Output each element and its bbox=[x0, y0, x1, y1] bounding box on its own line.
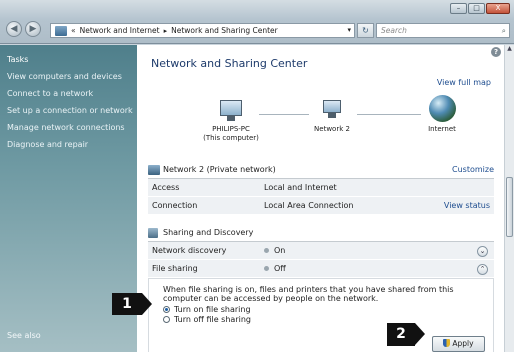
forward-arrow-icon: ▶ bbox=[29, 24, 37, 34]
task-diagnose-and-repair[interactable]: Diagnose and repair bbox=[7, 140, 137, 149]
breadcrumb-network-and-internet[interactable]: Network and Internet bbox=[80, 26, 160, 35]
map-node-network: Network 2 bbox=[307, 97, 357, 134]
back-button[interactable]: ◀ bbox=[6, 21, 22, 37]
radio-label[interactable]: Turn off file sharing bbox=[174, 315, 251, 324]
back-arrow-icon: ◀ bbox=[10, 24, 18, 34]
scroll-thumb[interactable] bbox=[506, 177, 513, 237]
sharing-discovery-header: Sharing and Discovery bbox=[148, 224, 494, 242]
network-discovery-row: Network discovery On ⌄ bbox=[148, 242, 494, 260]
status-dot-icon bbox=[264, 248, 269, 253]
search-icon[interactable]: ⌕ bbox=[502, 24, 506, 37]
connection-line bbox=[357, 114, 421, 115]
table-row: Access Local and Internet bbox=[148, 179, 494, 197]
globe-icon bbox=[417, 93, 467, 125]
page-title: Network and Sharing Center bbox=[151, 57, 308, 70]
view-status-link[interactable]: View status bbox=[444, 201, 490, 210]
row-key: Network discovery bbox=[152, 246, 227, 255]
network-node-label: Network 2 bbox=[314, 125, 350, 133]
callout-step-1: 1 bbox=[112, 293, 152, 315]
row-key: File sharing bbox=[152, 264, 198, 273]
refresh-icon: ↻ bbox=[362, 26, 369, 35]
close-button[interactable]: X bbox=[486, 3, 510, 14]
computer-icon bbox=[201, 97, 261, 125]
scroll-up-icon[interactable]: ▲ bbox=[505, 45, 514, 55]
task-connect-to-network[interactable]: Connect to a network bbox=[7, 89, 137, 98]
task-view-computers[interactable]: View computers and devices bbox=[7, 72, 137, 81]
callout-step-2: 2 bbox=[387, 323, 425, 346]
sharing-heading: Sharing and Discovery bbox=[163, 228, 254, 237]
network-header: Network 2 (Private network) Customize bbox=[148, 161, 494, 179]
task-set-up-connection[interactable]: Set up a connection or network bbox=[7, 106, 137, 115]
row-value: On bbox=[274, 246, 286, 255]
table-row: Connection Local Area Connection View st… bbox=[148, 197, 494, 215]
sharing-icon bbox=[148, 227, 158, 238]
row-value: Off bbox=[274, 264, 286, 273]
expand-chevron-icon[interactable]: ⌄ bbox=[477, 246, 488, 257]
customize-link[interactable]: Customize bbox=[452, 165, 494, 174]
row-value: Local Area Connection bbox=[264, 201, 354, 210]
see-also-heading: See also bbox=[7, 331, 41, 340]
view-full-map-link[interactable]: View full map bbox=[437, 78, 491, 87]
forward-button[interactable]: ▶ bbox=[25, 21, 41, 37]
address-bar[interactable]: « Network and Internet ▸ Network and Sha… bbox=[50, 23, 355, 38]
file-sharing-row: File sharing Off ⌃ bbox=[148, 260, 494, 278]
search-input[interactable]: Search ⌕ bbox=[376, 23, 510, 38]
collapse-chevron-icon[interactable]: ⌃ bbox=[477, 264, 488, 275]
file-sharing-panel: When file sharing is on, files and print… bbox=[148, 278, 494, 352]
search-placeholder: Search bbox=[381, 26, 407, 35]
window-controls: – □ X bbox=[450, 3, 510, 14]
breadcrumb-network-and-sharing-center[interactable]: Network and Sharing Center bbox=[171, 26, 278, 35]
radio-unselected[interactable] bbox=[163, 316, 170, 323]
maximize-button[interactable]: □ bbox=[468, 3, 485, 14]
computer-sub: (This computer) bbox=[203, 134, 259, 142]
network-details: Network 2 (Private network) Customize Ac… bbox=[148, 161, 494, 352]
minimize-button[interactable]: – bbox=[450, 3, 467, 14]
breadcrumb-prefix[interactable]: « bbox=[71, 26, 76, 35]
map-node-internet: Internet bbox=[417, 93, 467, 134]
file-sharing-description: When file sharing is on, files and print… bbox=[163, 285, 454, 303]
row-key: Connection bbox=[152, 201, 198, 210]
status-dot-icon bbox=[264, 266, 269, 271]
network-name: Network 2 (Private network) bbox=[163, 165, 276, 174]
map-node-this-computer: PHILIPS-PC (This computer) bbox=[201, 97, 261, 143]
task-manage-connections[interactable]: Manage network connections bbox=[7, 123, 137, 132]
network-computers-icon bbox=[307, 97, 357, 125]
turn-on-file-sharing-option[interactable]: Turn on file sharing bbox=[163, 305, 485, 314]
main-panel: ? Network and Sharing Center View full m… bbox=[137, 45, 504, 352]
uac-shield-icon bbox=[443, 339, 451, 347]
apply-button[interactable]: Apply bbox=[432, 336, 485, 352]
network-folder-icon bbox=[55, 25, 67, 36]
vertical-scrollbar[interactable]: ▲ bbox=[504, 45, 514, 352]
address-dropdown-icon[interactable]: ▾ bbox=[347, 26, 351, 34]
breadcrumb-separator[interactable]: ▸ bbox=[164, 27, 168, 35]
help-icon[interactable]: ? bbox=[491, 47, 501, 57]
network-icon bbox=[148, 164, 160, 175]
row-value: Local and Internet bbox=[264, 183, 337, 192]
row-key: Access bbox=[152, 183, 180, 192]
tasks-heading: Tasks bbox=[7, 55, 29, 64]
title-bar: – □ X ◀ ▶ « Network and Internet ▸ Netwo… bbox=[0, 0, 514, 44]
turn-off-file-sharing-option[interactable]: Turn off file sharing bbox=[163, 315, 485, 324]
radio-selected[interactable] bbox=[163, 306, 170, 313]
internet-label: Internet bbox=[428, 125, 456, 133]
connection-line bbox=[259, 114, 309, 115]
refresh-button[interactable]: ↻ bbox=[357, 23, 374, 38]
apply-label: Apply bbox=[452, 339, 474, 348]
computer-name: PHILIPS-PC bbox=[212, 125, 250, 133]
radio-label[interactable]: Turn on file sharing bbox=[174, 305, 251, 314]
